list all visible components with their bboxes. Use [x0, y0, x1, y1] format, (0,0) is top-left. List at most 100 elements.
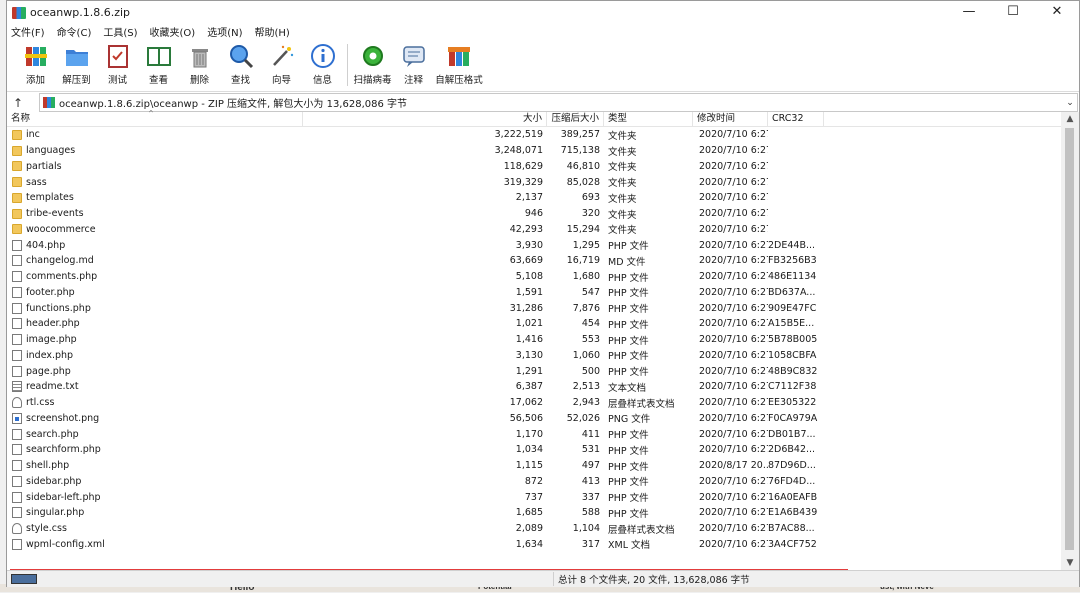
table-row[interactable]: index.php 3,130 1,060 PHP 文件 2020/7/10 6:27 1… — [7, 348, 1061, 364]
close-button[interactable]: ✕ — [1035, 1, 1079, 24]
table-row[interactable]: comments.php 5,108 1,680 PHP 文件 2020/7/10 6:… — [7, 269, 1061, 285]
table-row[interactable]: changelog.md 63,669 16,719 MD 文件 2020/7/10 6… — [7, 253, 1061, 269]
file-crc: BD637A... — [768, 286, 816, 298]
test-label: 测试 — [107, 75, 127, 86]
file-name: templates — [26, 192, 74, 204]
sfx-button[interactable]: 自解压格式 — [434, 39, 484, 86]
table-row[interactable]: woocommerce 42,293 15,294 文件夹 2020/7/10 6:27 — [7, 222, 1061, 238]
scroll-up-icon[interactable]: ▲ — [1061, 112, 1079, 126]
menu-tools[interactable]: 工具(S) — [103, 24, 137, 39]
file-size: 946 — [524, 208, 543, 220]
column-header-name[interactable]: 名称 ⌃ — [7, 109, 303, 126]
folder-icon — [12, 208, 22, 219]
table-row[interactable]: templates 2,137 693 文件夹 2020/7/10 6:27 — [7, 190, 1061, 206]
table-row[interactable]: style.css 2,089 1,104 层叠样式表文档 2020/7/10 6:27… — [7, 521, 1061, 537]
table-row[interactable]: shell.php 1,115 497 PHP 文件 2020/8/17 20... 87… — [7, 458, 1061, 474]
table-row[interactable]: inc 3,222,519 389,257 文件夹 2020/7/10 6:27 — [7, 127, 1061, 143]
table-row[interactable]: footer.php 1,591 547 PHP 文件 2020/7/10 6:27 BD… — [7, 285, 1061, 301]
maximize-button[interactable]: ☐ — [991, 1, 1035, 24]
file-name: sidebar.php — [26, 475, 82, 487]
column-header-size[interactable]: 大小 — [303, 112, 547, 126]
file-size: 3,222,519 — [494, 129, 543, 141]
table-row[interactable]: screenshot.png 56,506 52,026 PNG 文件 2020/7/1… — [7, 411, 1061, 427]
file-type: PNG 文件 — [608, 414, 651, 426]
menu-file[interactable]: 文件(F) — [11, 24, 45, 39]
table-row[interactable]: sidebar.php 872 413 PHP 文件 2020/7/10 6:27 76F… — [7, 474, 1061, 490]
table-row[interactable]: search.php 1,170 411 PHP 文件 2020/7/10 6:27 DB… — [7, 426, 1061, 442]
file-packed-size: 693 — [581, 192, 600, 204]
file-crc: 76FD4D... — [768, 475, 816, 487]
table-row[interactable]: rtl.css 17,062 2,943 层叠样式表文档 2020/7/10 6:27 E… — [7, 395, 1061, 411]
file-rows: inc 3,222,519 389,257 文件夹 2020/7/10 6:27 lang… — [7, 127, 1061, 552]
table-row[interactable]: partials 118,629 46,810 文件夹 2020/7/10 6:27 — [7, 159, 1061, 175]
table-row[interactable]: searchform.php 1,034 531 PHP 文件 2020/7/10 6:… — [7, 442, 1061, 458]
file-packed-size: 715,138 — [560, 145, 600, 157]
status-text: 总计 8 个文件夹, 20 文件, 13,628,086 字节 — [558, 575, 750, 586]
menu-favorites[interactable]: 收藏夹(O) — [150, 24, 196, 39]
file-name: sass — [26, 176, 47, 188]
menu-options[interactable]: 选项(N) — [207, 24, 242, 39]
title-bar[interactable]: oceanwp.1.8.6.zip — ☐ ✕ — [7, 1, 1079, 24]
column-header-type[interactable]: 类型 — [604, 112, 693, 126]
file-name-cell: page.php — [7, 365, 303, 377]
menu-commands[interactable]: 命令(C) — [57, 24, 92, 39]
scroll-thumb[interactable] — [1065, 128, 1074, 550]
table-row[interactable]: sidebar-left.php 737 337 PHP 文件 2020/7/10 6:… — [7, 489, 1061, 505]
extract-to-button[interactable]: 解压到 — [56, 39, 97, 86]
path-dropdown-button[interactable]: ⌄ — [1063, 98, 1077, 108]
file-name-cell: readme.txt — [7, 381, 303, 393]
file-size: 1,416 — [515, 334, 543, 346]
column-header-crc[interactable]: CRC32 — [768, 112, 824, 126]
find-label: 查找 — [230, 75, 250, 86]
table-row[interactable]: functions.php 31,286 7,876 PHP 文件 2020/7/10 … — [7, 300, 1061, 316]
table-row[interactable]: 404.php 3,930 1,295 PHP 文件 2020/7/10 6:27 2DE… — [7, 237, 1061, 253]
menu-help[interactable]: 帮助(H) — [255, 24, 290, 39]
table-row[interactable]: sass 319,329 85,028 文件夹 2020/7/10 6:27 — [7, 174, 1061, 190]
file-name-cell: functions.php — [7, 302, 303, 314]
virus-scan-icon — [360, 43, 386, 69]
table-row[interactable]: page.php 1,291 500 PHP 文件 2020/7/10 6:27 48B9… — [7, 363, 1061, 379]
scroll-down-icon[interactable]: ▼ — [1061, 556, 1079, 570]
table-row[interactable]: singular.php 1,685 588 PHP 文件 2020/7/10 6:27… — [7, 505, 1061, 521]
virus-scan-button[interactable]: 扫描病毒 — [352, 39, 393, 86]
file-name-cell: index.php — [7, 349, 303, 361]
file-name: readme.txt — [26, 381, 79, 393]
vertical-scrollbar[interactable]: ▲ ▼ — [1061, 112, 1079, 570]
folder-icon — [12, 224, 22, 235]
column-header-packed[interactable]: 压缩后大小 — [547, 112, 604, 126]
file-type: 层叠样式表文档 — [608, 398, 675, 410]
table-row[interactable]: wpml-config.xml 1,634 317 XML 文档 2020/7/10 6… — [7, 537, 1061, 553]
file-name: comments.php — [26, 271, 98, 283]
trash-icon — [187, 43, 213, 69]
wizard-label: 向导 — [271, 75, 291, 86]
up-arrow-button[interactable]: ↑ — [7, 96, 29, 110]
delete-button[interactable]: 删除 — [179, 39, 220, 86]
table-row[interactable]: image.php 1,416 553 PHP 文件 2020/7/10 6:27 5B7… — [7, 332, 1061, 348]
drive-icon[interactable] — [11, 574, 37, 584]
view-button[interactable]: 查看 — [138, 39, 179, 86]
table-row[interactable]: tribe-events 946 320 文件夹 2020/7/10 6:27 — [7, 206, 1061, 222]
find-button[interactable]: 查找 — [220, 39, 261, 86]
file-packed-size: 497 — [581, 460, 600, 472]
test-button[interactable]: 测试 — [97, 39, 138, 86]
table-row[interactable]: readme.txt 6,387 2,513 文本文档 2020/7/10 6:27 C7… — [7, 379, 1061, 395]
minimize-button[interactable]: — — [947, 1, 991, 24]
file-type: PHP 文件 — [608, 272, 649, 284]
file-packed-size: 7,876 — [572, 302, 600, 314]
info-button[interactable]: 信息 — [302, 39, 343, 86]
table-row[interactable]: header.php 1,021 454 PHP 文件 2020/7/10 6:27 A1… — [7, 316, 1061, 332]
path-field[interactable]: oceanwp.1.8.6.zip\oceanwp - ZIP 压缩文件, 解包… — [39, 93, 1078, 112]
wizard-button[interactable]: 向导 — [261, 39, 302, 86]
column-header-modified[interactable]: 修改时间 — [693, 112, 768, 126]
add-button[interactable]: 添加 — [15, 39, 56, 86]
extract-to-label: 解压到 — [62, 75, 91, 86]
file-size: 1,115 — [515, 460, 543, 472]
file-name-cell: sass — [7, 177, 303, 188]
table-row[interactable]: languages 3,248,071 715,138 文件夹 2020/7/10 6:… — [7, 143, 1061, 159]
file-name: wpml-config.xml — [26, 538, 105, 550]
file-packed-size: 411 — [581, 428, 600, 440]
comment-button[interactable]: 注释 — [393, 39, 434, 86]
file-size: 118,629 — [503, 160, 543, 172]
status-separator — [553, 572, 554, 586]
file-size: 56,506 — [509, 412, 543, 424]
